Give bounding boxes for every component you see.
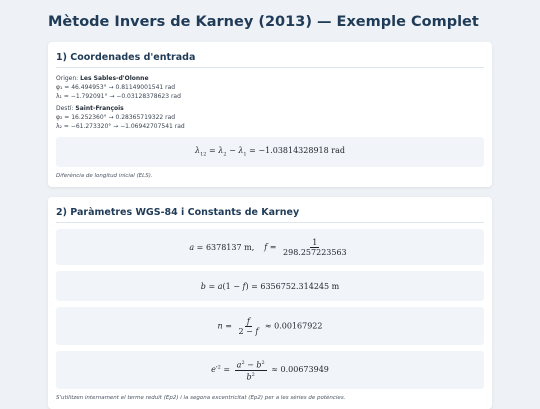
n-value: ≈ 0.00167922 <box>264 321 323 330</box>
f-numerator: 1 <box>310 237 320 248</box>
section-heading: 2) Paràmetres WGS-84 i Constants de Karn… <box>56 207 484 223</box>
wgs84-parameters-card: 2) Paràmetres WGS-84 i Constants de Karn… <box>48 197 492 409</box>
a-f-equation: a = 6378137 m, f = 1 298.257223563 <box>56 229 484 265</box>
longitude-note: Diferència de longitud inicial (ELS). <box>56 173 153 179</box>
parameters-footnote: S'utilitzen internament el terme reduït … <box>56 395 346 401</box>
input-coordinates-card: 1) Coordenades d'entrada Origen: Les Sab… <box>48 42 492 187</box>
destination-name: Saint-François <box>75 105 124 112</box>
f-fraction: 1 298.257223563 <box>281 238 349 257</box>
destination-block: Destí: Saint-François φ₂ = 16.252360° → … <box>56 104 484 131</box>
b-equation: b = a(1 − f) = 6356752.314245 m <box>56 271 484 301</box>
b-value: 6356752.314245 m <box>260 281 340 291</box>
origin-lambda: λ₁ = −1.792091° → −0.03128378623 rad <box>56 93 181 100</box>
origin-label: Origen: <box>56 75 81 82</box>
origin-phi: φ₁ = 46.494953° → 0.81149001541 rad <box>56 84 176 91</box>
destination-line: Destí: Saint-François <box>56 104 484 113</box>
e2-value: ≈ 0.00673949 <box>271 365 329 374</box>
origin-name: Les Sables-d'Olonne <box>80 75 149 82</box>
n-equation: n = f 2 − f ≈ 0.00167922 <box>56 307 484 345</box>
origin-line: Origen: Les Sables-d'Olonne <box>56 74 484 83</box>
section-heading: 1) Coordenades d'entrada <box>56 52 484 68</box>
a-value: 6378137 m, <box>205 242 255 252</box>
page: Mètode Invers de Karney (2013) — Exemple… <box>0 0 540 409</box>
destination-label: Destí: <box>56 105 76 112</box>
origin-block: Origen: Les Sables-d'Olonne φ₁ = 46.4949… <box>56 74 484 101</box>
f-denominator: 298.257223563 <box>283 247 347 257</box>
lambda12-equation: λ12 = λ2 − λ1 = −1.03814328918 rad <box>56 137 484 167</box>
destination-phi: φ₂ = 16.252360° → 0.28365719322 rad <box>56 114 176 121</box>
n-fraction: f 2 − f <box>238 316 259 336</box>
lambda12-value: −1.03814328918 <box>258 146 329 156</box>
lambda12-unit: rad <box>331 146 345 156</box>
page-title: Mètode Invers de Karney (2013) — Exemple… <box>48 14 479 30</box>
destination-lambda: λ₂ = −61.273320° → −1.06942707541 rad <box>56 123 185 130</box>
e2-equation: e′2 = a2 − b2 b2 ≈ 0.00673949 <box>56 351 484 389</box>
e2-fraction: a2 − b2 b2 <box>234 359 267 382</box>
